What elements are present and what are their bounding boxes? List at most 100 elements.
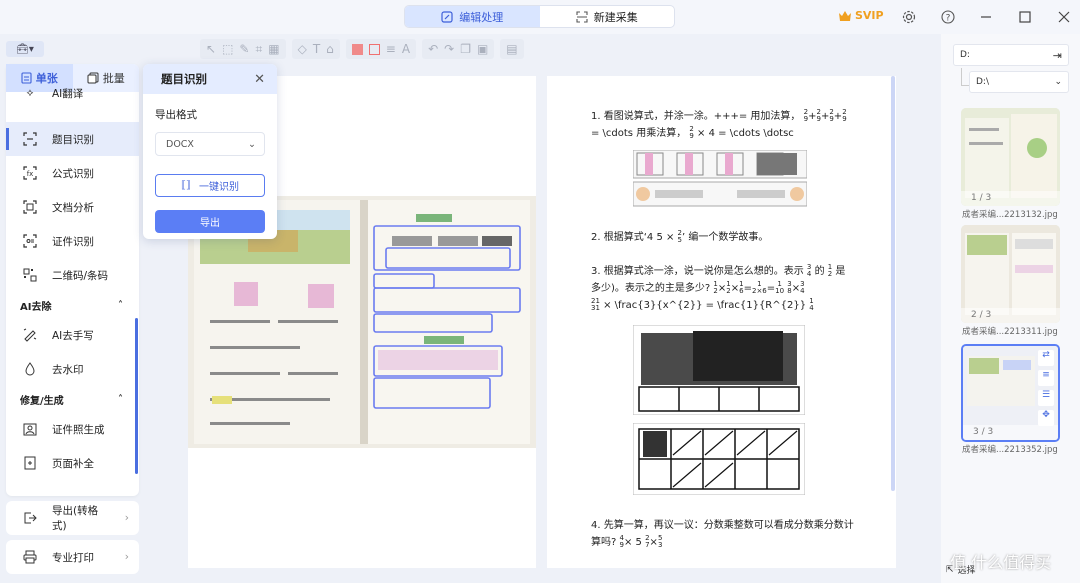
menu-ai-remove-handwriting[interactable]: AI去手写	[6, 318, 139, 352]
close-popup-icon[interactable]: ✕	[254, 72, 265, 87]
close-window-button[interactable]	[1055, 8, 1073, 26]
menu-formula-recognition[interactable]: fx 公式识别	[6, 156, 139, 190]
close-icon	[1058, 11, 1070, 23]
stroke-color-icon	[368, 43, 380, 55]
qrcode-icon	[22, 267, 38, 283]
chevron-right-icon: ›	[124, 512, 129, 524]
pro-print-button[interactable]: 专业打印 ›	[6, 540, 139, 574]
help-button[interactable]: ?	[939, 8, 957, 26]
chevron-right-icon: ›	[124, 551, 129, 563]
menu-ai-translate[interactable]: ⟡ AI翻译	[6, 86, 139, 102]
batch-pages-icon	[87, 72, 99, 84]
thumbnail-3-name: 成者采编...2213352.jpg	[962, 445, 1058, 455]
watermark-text: 值 什么值得买	[950, 553, 1052, 572]
swap-icon[interactable]: ⇄	[1038, 350, 1054, 366]
id-photo-icon	[22, 421, 38, 437]
gear-icon	[902, 10, 916, 24]
copy-icon: ❐	[460, 42, 471, 56]
menu-id-photo[interactable]: 证件照生成	[6, 412, 139, 446]
shape-tool[interactable]: ◇ T ⌂	[291, 39, 340, 59]
question-recognition-popup: 题目识别 ✕ 导出格式 DOCX ⌄ ⟦⟧ 一键识别 导出	[143, 64, 277, 239]
svg-text:fx: fx	[27, 170, 34, 178]
fraction-grid-figure	[633, 150, 807, 207]
toolbox-icon: 🧰︎▾	[16, 43, 34, 55]
marquee-icon: ⬚	[222, 42, 234, 56]
single-page-icon	[21, 72, 32, 84]
move-icon[interactable]: ✥	[1038, 410, 1054, 426]
edit-toolbar: ↖ ⬚ ✎ ⌗ ▦ ◇ T ⌂ ≡ A ↶ ↷ ❐ ▣ ▤	[200, 38, 880, 60]
export-format-button[interactable]: 导出(转格式) ›	[6, 501, 139, 535]
recognized-page: 1. 看图说算式，并涂一涂。+++= 用加法算， 2 9+2 9+2 9+2 9 = \…	[547, 76, 896, 568]
question-1: 1. 看图说算式，并涂一涂。+++= 用加法算， 2 9+2 9+2 9+2 9 = \…	[591, 108, 847, 140]
select-tool[interactable]: ↖ ⬚ ✎ ⌗ ▦	[200, 39, 286, 59]
translate-icon: ⟡	[26, 86, 34, 99]
chevron-down-icon: ⌄	[1054, 77, 1062, 87]
history-tool[interactable]: ↶ ↷ ❐ ▣	[422, 39, 495, 59]
fill-color-icon	[351, 43, 363, 55]
folder-select[interactable]: D:\ ⌄	[969, 71, 1069, 93]
crop-icon: ⌗	[255, 41, 263, 56]
text-icon: T	[312, 42, 321, 56]
redo-icon: ↷	[444, 42, 455, 56]
open-folder-icon[interactable]: ⇥	[1053, 49, 1062, 62]
settings-button[interactable]	[900, 8, 918, 26]
id-card-icon	[22, 233, 38, 249]
shaded-grid-figure-2	[633, 423, 805, 495]
menu-page-complete[interactable]: 页面补全	[6, 446, 139, 480]
tab-edit[interactable]: 编辑处理	[405, 6, 540, 27]
popup-export-button[interactable]: 导出	[155, 210, 265, 233]
line-style-icon: ≡	[385, 42, 396, 56]
menu-id-recognition[interactable]: 证件识别	[6, 224, 139, 258]
edit-icon	[441, 10, 453, 23]
undo-icon: ↶	[428, 42, 439, 56]
format-select[interactable]: DOCX ⌄	[155, 132, 265, 156]
help-icon: ?	[941, 10, 955, 24]
printer-icon	[22, 549, 38, 565]
scan-icon: ⟦⟧	[181, 180, 191, 191]
export-icon	[22, 510, 38, 526]
thumbnail-1[interactable]: 1 / 3	[961, 108, 1060, 206]
thumbnail-2[interactable]: 2 / 3	[961, 225, 1060, 323]
toolbox-button[interactable]: 🧰︎▾	[6, 41, 44, 57]
extra-tool[interactable]: ▤	[500, 39, 524, 59]
thumbnail-2-name: 成者采编...2213311.jpg	[962, 327, 1058, 337]
section-ai-remove[interactable]: AI去除 ˄	[6, 292, 139, 318]
color-tool[interactable]: ≡ A	[345, 39, 417, 59]
tag-icon: ⌂	[326, 42, 334, 56]
chevron-up-icon: ˄	[118, 393, 123, 405]
svip-badge[interactable]: SVIP	[838, 9, 884, 22]
erase-handwriting-icon	[22, 327, 38, 343]
menu-qrcode[interactable]: 二维码/条码	[6, 258, 139, 292]
drive-path-field[interactable]: D: ⇥	[953, 44, 1069, 66]
left-panel-scrollbar[interactable]	[135, 318, 138, 474]
mosaic-icon: ▦	[268, 42, 280, 56]
file-icon: ▤	[506, 42, 518, 56]
section-repair[interactable]: 修复/生成 ˄	[6, 386, 139, 412]
shape-icon: ◇	[297, 42, 307, 56]
menu-question-recognition[interactable]: 题目识别	[6, 122, 139, 156]
align-icon[interactable]: ≡	[1038, 370, 1054, 386]
minimize-button[interactable]	[977, 8, 995, 26]
list-icon[interactable]: ☰	[1038, 390, 1054, 406]
page-complete-icon	[22, 455, 38, 471]
menu-document-analysis[interactable]: 文档分析	[6, 190, 139, 224]
popup-header: 题目识别 ✕	[143, 64, 277, 94]
question-2: 2. 根据算式‘4 5 × 2 5’ 编一个数学故事。	[591, 229, 769, 244]
crown-icon	[839, 10, 851, 21]
page-scrollbar[interactable]	[891, 76, 895, 491]
thumbnail-actions: ⇄ ≡ ☰ ✥	[1038, 350, 1054, 434]
svg-text:?: ?	[946, 14, 951, 24]
watermark-remove-icon	[22, 361, 38, 377]
minimize-icon	[981, 16, 991, 18]
menu-remove-watermark[interactable]: 去水印	[6, 352, 139, 386]
capture-icon	[576, 10, 588, 23]
chevron-up-icon: ˄	[118, 299, 123, 311]
brush-icon: ✎	[239, 42, 250, 56]
save-icon: ▣	[476, 42, 489, 56]
maximize-button[interactable]	[1016, 8, 1034, 26]
maximize-icon	[1019, 11, 1031, 23]
formula-icon: fx	[22, 165, 38, 181]
one-click-recognize-button[interactable]: ⟦⟧ 一键识别	[155, 174, 265, 197]
font-size-icon: A	[401, 42, 411, 56]
tab-new-capture[interactable]: 新建采集	[540, 6, 675, 27]
